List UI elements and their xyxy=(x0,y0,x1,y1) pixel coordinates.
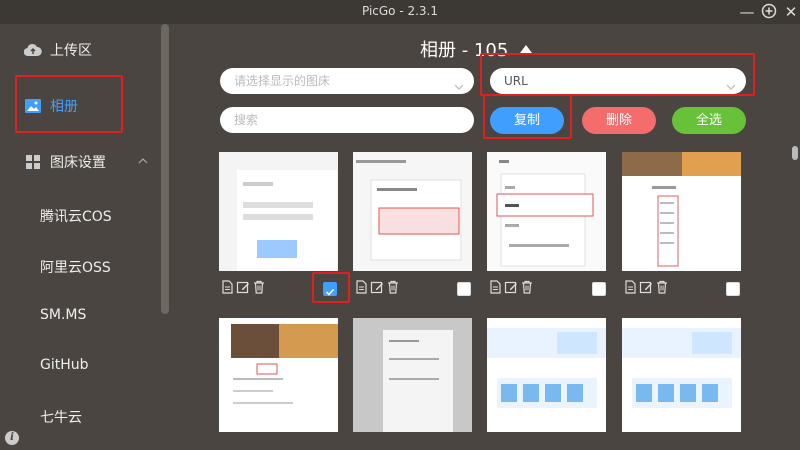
image-thumbnail[interactable] xyxy=(487,318,606,432)
main-scrollbar[interactable] xyxy=(792,146,798,160)
select-all-button[interactable]: 全选 xyxy=(672,107,746,134)
bed-select[interactable]: 请选择显示的图床 xyxy=(220,68,474,94)
sidebar-sub-item-qiniu[interactable]: 七牛云 xyxy=(40,407,82,427)
grid-icon xyxy=(24,153,42,171)
sidebar-sub-item-aliyun-oss[interactable]: 阿里云OSS xyxy=(40,257,111,277)
cloud-upload-icon xyxy=(24,41,42,59)
image-thumbnail[interactable] xyxy=(622,152,741,271)
title-bar: PicGo - 2.3.1 — ✕ xyxy=(0,0,800,24)
thumbnail-actions xyxy=(488,280,534,294)
sidebar-item-label: 上传区 xyxy=(50,43,92,59)
highlight-box xyxy=(483,94,572,139)
image-thumbnail[interactable] xyxy=(622,318,741,432)
thumbnail-actions xyxy=(354,280,400,294)
delete-button[interactable]: 删除 xyxy=(582,107,656,134)
chevron-down-icon xyxy=(454,75,464,90)
document-icon[interactable] xyxy=(354,280,368,294)
bed-select-placeholder: 请选择显示的图床 xyxy=(234,74,331,88)
minimize-icon[interactable]: — xyxy=(738,3,756,21)
select-checkbox[interactable] xyxy=(457,282,471,296)
sidebar-sub-item-github[interactable]: GitHub xyxy=(40,357,89,373)
image-thumbnail[interactable] xyxy=(219,152,338,271)
sidebar-sub-item-smms[interactable]: SM.MS xyxy=(40,307,86,323)
edit-icon[interactable] xyxy=(370,280,384,294)
document-icon[interactable] xyxy=(220,280,234,294)
thumbnail-actions xyxy=(220,280,266,294)
image-thumbnail[interactable] xyxy=(353,318,472,432)
sidebar-item-bed-settings[interactable]: 图床设置 xyxy=(0,142,160,182)
info-icon[interactable]: i xyxy=(5,431,19,445)
edit-icon[interactable] xyxy=(639,280,653,294)
trash-icon[interactable] xyxy=(252,280,266,294)
document-icon[interactable] xyxy=(488,280,502,294)
trash-icon[interactable] xyxy=(386,280,400,294)
thumbnail-actions xyxy=(623,280,669,294)
search-placeholder: 搜索 xyxy=(234,113,259,127)
close-icon[interactable]: ✕ xyxy=(782,3,800,21)
caret-up-icon xyxy=(520,45,533,53)
sidebar-item-label: 图床设置 xyxy=(50,155,106,171)
sidebar-scrollbar[interactable] xyxy=(161,24,169,314)
select-checkbox[interactable] xyxy=(592,282,606,296)
image-thumbnail[interactable] xyxy=(487,152,606,271)
trash-icon[interactable] xyxy=(655,280,669,294)
trash-icon[interactable] xyxy=(520,280,534,294)
sidebar-sub-item-tencent-cos[interactable]: 腾讯云COS xyxy=(40,206,112,226)
sidebar-item-upload[interactable]: 上传区 xyxy=(0,30,160,70)
select-checkbox[interactable] xyxy=(726,282,740,296)
highlight-box xyxy=(15,75,123,133)
search-input[interactable]: 搜索 xyxy=(220,107,474,133)
edit-icon[interactable] xyxy=(236,280,250,294)
document-icon[interactable] xyxy=(623,280,637,294)
highlight-box xyxy=(312,272,350,303)
highlight-box xyxy=(480,53,755,96)
image-thumbnail[interactable] xyxy=(219,318,338,432)
maximize-icon[interactable] xyxy=(760,3,778,21)
window-title: PicGo - 2.3.1 xyxy=(361,4,439,18)
chevron-up-icon[interactable] xyxy=(138,156,148,167)
edit-icon[interactable] xyxy=(504,280,518,294)
image-thumbnail[interactable] xyxy=(353,152,472,271)
